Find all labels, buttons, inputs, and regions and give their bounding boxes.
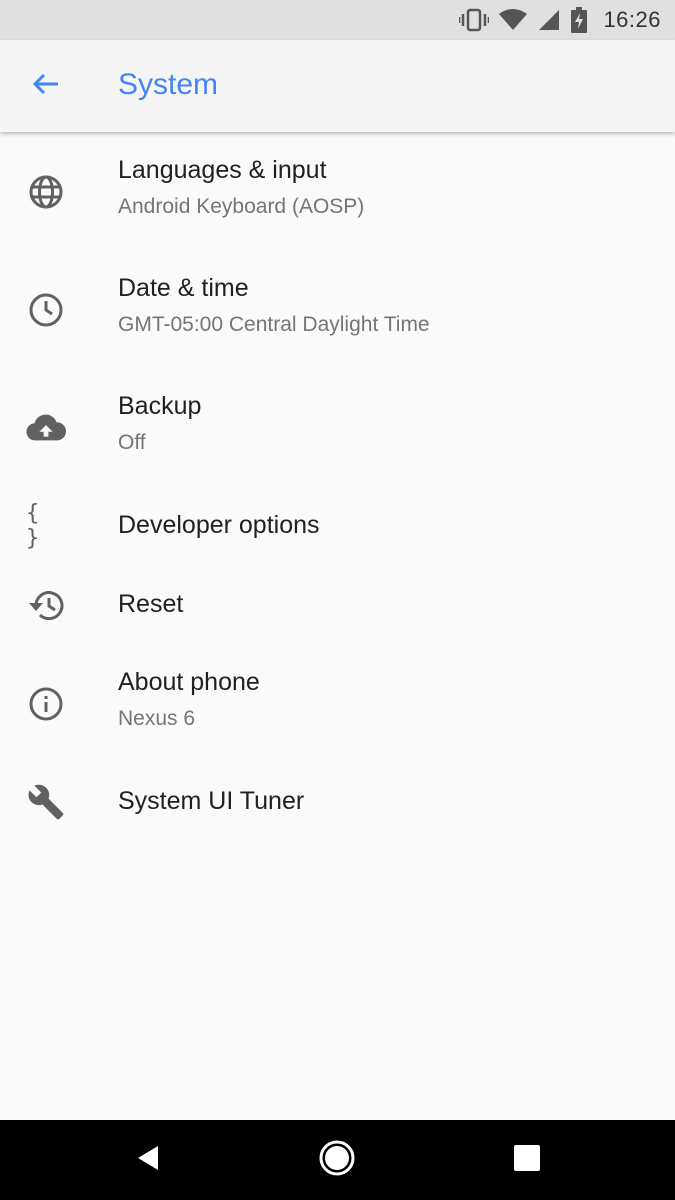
settings-list: Languages & input Android Keyboard (AOSP… bbox=[0, 132, 675, 841]
nav-back-button[interactable] bbox=[124, 1136, 172, 1184]
settings-item-title: Backup bbox=[118, 392, 202, 420]
status-icons: 16:26 bbox=[459, 0, 661, 40]
settings-item-title: Date & time bbox=[118, 274, 249, 302]
wifi-icon bbox=[499, 9, 528, 31]
globe-icon bbox=[26, 172, 66, 212]
settings-item-summary: Nexus 6 bbox=[118, 707, 196, 730]
settings-item-summary: GMT-05:00 Central Daylight Time bbox=[118, 313, 430, 336]
code-braces-icon: { } bbox=[26, 501, 42, 551]
arrow-back-icon bbox=[32, 72, 60, 101]
cloud-upload-icon bbox=[26, 408, 66, 448]
settings-item-about-phone[interactable]: About phone Nexus 6 bbox=[0, 644, 675, 762]
status-bar: 16:26 bbox=[0, 0, 675, 40]
vibrate-icon bbox=[459, 8, 490, 32]
cell-signal-icon bbox=[537, 9, 561, 31]
settings-item-date-time[interactable]: Date & time GMT-05:00 Central Daylight T… bbox=[0, 250, 675, 368]
back-button[interactable] bbox=[22, 62, 70, 110]
settings-item-backup[interactable]: Backup Off bbox=[0, 368, 675, 486]
settings-item-title: About phone bbox=[118, 668, 260, 696]
nav-home-button[interactable] bbox=[313, 1136, 361, 1184]
screen: 16:26 System Languages & input Android K… bbox=[0, 0, 675, 1200]
settings-item-developer-options[interactable]: { } Developer options bbox=[0, 486, 675, 565]
clock-icon bbox=[26, 290, 66, 330]
settings-item-title: Languages & input bbox=[118, 156, 327, 184]
nav-back-icon bbox=[134, 1144, 162, 1177]
settings-item-system-ui-tuner[interactable]: System UI Tuner bbox=[0, 762, 675, 841]
battery-charging-icon bbox=[571, 7, 588, 33]
settings-item-title: Reset bbox=[118, 590, 184, 618]
settings-item-title: Developer options bbox=[118, 511, 320, 539]
settings-item-summary: Off bbox=[118, 431, 146, 454]
settings-item-languages-input[interactable]: Languages & input Android Keyboard (AOSP… bbox=[0, 132, 675, 250]
settings-item-title: System UI Tuner bbox=[118, 787, 305, 815]
wrench-icon bbox=[26, 782, 66, 822]
page-title: System bbox=[118, 68, 219, 101]
nav-recents-button[interactable] bbox=[503, 1136, 551, 1184]
status-time: 16:26 bbox=[603, 7, 661, 32]
settings-item-summary: Android Keyboard (AOSP) bbox=[118, 195, 365, 218]
restore-history-icon bbox=[26, 585, 66, 625]
info-icon bbox=[26, 684, 66, 724]
settings-item-reset[interactable]: Reset bbox=[0, 565, 675, 644]
navigation-bar bbox=[0, 1120, 675, 1200]
nav-home-icon bbox=[318, 1139, 356, 1182]
app-bar: System bbox=[0, 40, 675, 132]
nav-recents-icon bbox=[513, 1144, 541, 1177]
